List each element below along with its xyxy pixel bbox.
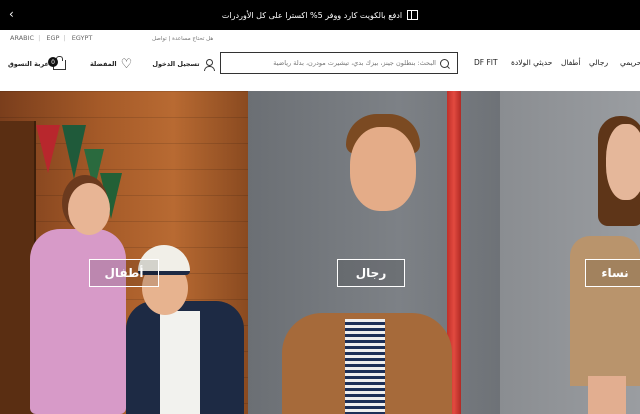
cart-label: عربة التسوق [8, 60, 49, 68]
pennant-flag [62, 125, 86, 179]
promo-text: ادفع بالكويت كارد ووفر 5% اكسترا على كل … [221, 10, 403, 20]
user-icon [203, 58, 215, 71]
boy-shirt [160, 311, 200, 414]
women-category-button[interactable]: نساء [585, 259, 640, 287]
hero-men-panel[interactable]: رجال [248, 91, 500, 414]
wishlist-label: المفضلة [89, 60, 117, 68]
search-input[interactable] [221, 59, 440, 67]
search-box[interactable] [220, 52, 458, 74]
search-icon[interactable] [440, 58, 449, 68]
help-links: هل تحتاج مساعدة | تواصل [152, 36, 214, 42]
man-shirt [345, 319, 385, 414]
currency-link[interactable]: EGP [46, 34, 59, 42]
girl-head [68, 183, 110, 235]
cart-button[interactable]: عربة التسوق 0 [8, 56, 66, 70]
login-label: تسجيل الدخول [152, 60, 200, 68]
hero-kids-panel[interactable]: أطفال [0, 91, 248, 414]
cart-count-badge: 0 [48, 57, 58, 67]
nav-men[interactable]: رجالي [589, 58, 608, 67]
men-category-button[interactable]: رجال [337, 259, 405, 287]
girl-figure [30, 229, 126, 414]
chevron-left-icon[interactable]: ‹ [9, 8, 14, 20]
promo-bar: ‹ ادفع بالكويت كارد ووفر 5% اكسترا على ك… [0, 0, 640, 30]
hero-women-panel[interactable]: نساء [500, 91, 640, 414]
nav-maternity[interactable]: حديثي الولادة [511, 58, 552, 67]
nav-df-fit[interactable]: DF FIT [474, 58, 498, 67]
woman-legs [588, 376, 626, 414]
pennant-flag [36, 125, 60, 173]
language-link[interactable]: ARABIC [10, 34, 34, 42]
wishlist-button[interactable]: المفضلة ♡ [90, 58, 132, 71]
gift-icon [407, 10, 419, 20]
help-link[interactable]: هل تحتاج مساعدة [172, 36, 213, 42]
nav-women[interactable]: حريمي [620, 58, 640, 67]
header-actions: عربة التسوق 0 المفضلة ♡ تسجيل الدخول [8, 52, 215, 76]
heart-icon: ♡ [120, 56, 133, 72]
country-link[interactable]: EGYPT [72, 34, 93, 42]
contact-link[interactable]: تواصل [152, 36, 167, 42]
woman-head [606, 124, 640, 200]
login-button[interactable]: تسجيل الدخول [152, 58, 215, 71]
kids-category-button[interactable]: أطفال [89, 259, 159, 287]
man-head [350, 127, 416, 211]
nav-kids[interactable]: أطفال [561, 58, 581, 67]
locale-switcher: ARABIC | EGP | EGYPT [10, 34, 93, 42]
